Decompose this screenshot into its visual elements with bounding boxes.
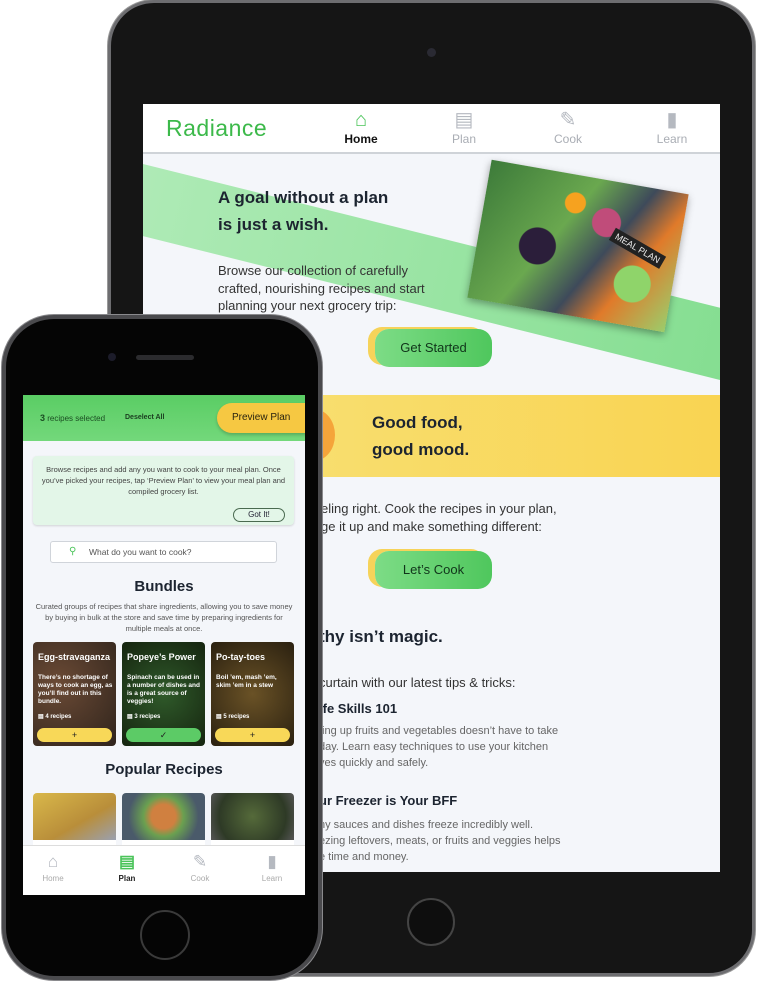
tips-heading: thy isn’t magic.	[319, 627, 443, 646]
search-placeholder: What do you want to cook?	[89, 547, 192, 557]
nav-plan[interactable]: ▤ Plan	[97, 852, 157, 883]
info-text: Browse recipes and add any you want to c…	[41, 465, 286, 496]
recipe-count: ▤ 4 recipes	[38, 714, 72, 720]
logo[interactable]: Radiance	[166, 115, 267, 142]
selected-count: 3 recipes selected	[40, 413, 106, 423]
remove-bundle-button[interactable]: ✓	[126, 728, 201, 742]
bundles-title: Bundles	[134, 578, 194, 595]
clipboard-icon: ▤	[118, 852, 136, 871]
search-icon: ⚲	[69, 546, 77, 557]
hero-heading: A goal without a plan is just a wish.	[218, 188, 389, 234]
phone-speaker	[136, 355, 194, 360]
tip-body: ting up fruits and vegetables doesn’t ha…	[319, 725, 559, 769]
book-icon: ▮	[666, 109, 678, 131]
bottom-nav: ⌂ Home ▤ Plan ✎ Cook ▮ Learn	[23, 845, 305, 895]
carrot-icon: ✎	[192, 852, 208, 871]
home-icon: ⌂	[47, 852, 59, 871]
tips-intro: curtain with our latest tips & tricks:	[319, 675, 516, 690]
tip-title[interactable]: ife Skills 101	[319, 701, 397, 716]
nav-label: Home	[344, 132, 378, 146]
bundle-card[interactable]: Egg-stravaganza There’s no shortage of wa…	[33, 642, 116, 746]
recipe-count: ▤ 5 recipes	[216, 714, 250, 720]
home-icon: ⌂	[354, 109, 368, 131]
carrot-icon: ✎	[559, 109, 577, 131]
tablet-home-button[interactable]	[407, 898, 455, 946]
tip-body: ny sauces and dishes freeze incredibly w…	[319, 819, 561, 863]
selection-bar: 3 recipes selected Deselect All Preview …	[23, 395, 305, 441]
deselect-all-button[interactable]: Deselect All	[125, 414, 164, 421]
nav-label: Plan	[451, 132, 477, 146]
preview-plan-button[interactable]: Preview Plan	[217, 403, 305, 433]
nav-home[interactable]: ⌂ Home	[23, 852, 83, 883]
nav-plan[interactable]: ▤ Plan	[424, 108, 504, 146]
phone-screen: 3 recipes selected Deselect All Preview …	[23, 395, 305, 895]
book-icon: ▮	[267, 852, 277, 871]
nav-home[interactable]: ⌂ Home	[321, 108, 401, 146]
search-input[interactable]: ⚲ What do you want to cook?	[50, 541, 277, 563]
meal-plan-tag: MEAL PLAN	[608, 227, 667, 269]
get-started-button[interactable]: Get Started	[375, 329, 492, 367]
bundles-description: Curated groups of recipes that share ing…	[35, 602, 293, 633]
nav-learn[interactable]: ▮ Learn	[242, 852, 302, 883]
got-it-button[interactable]: Got It!	[233, 508, 285, 522]
popular-recipes-title: Popular Recipes	[105, 761, 223, 778]
add-bundle-button[interactable]: +	[215, 728, 290, 742]
add-bundle-button[interactable]: +	[37, 728, 112, 742]
tip-title[interactable]: ur Freezer is Your BFF	[319, 793, 457, 808]
lets-cook-button[interactable]: Let’s Cook	[375, 551, 492, 589]
phone-camera	[108, 353, 116, 361]
nav-label: Cook	[553, 132, 582, 146]
bundle-card[interactable]: Po-tay-toes Boil ’em, mash ’em, skim ’em …	[211, 642, 294, 746]
nav-learn[interactable]: ▮ Learn	[632, 108, 712, 146]
recipe-image	[211, 793, 294, 840]
recipe-image	[122, 793, 205, 840]
nav-cook[interactable]: ✎ Cook	[528, 108, 608, 146]
tablet-header: Radiance ⌂ Home ▤ Plan ✎ Cook ▮ Learn	[143, 104, 720, 154]
recipe-card[interactable]	[122, 793, 205, 853]
recipe-card[interactable]	[211, 793, 294, 853]
nav-label: Learn	[656, 132, 688, 146]
mood-body: eling right. Cook the recipes in your pl…	[321, 501, 557, 534]
bundle-card[interactable]: Popeye’s Power Spinach can be used in a n…	[122, 642, 205, 746]
hero-body: Browse our collection of carefully crafte…	[218, 263, 425, 313]
info-banner: Browse recipes and add any you want to c…	[33, 456, 294, 525]
clipboard-icon: ▤	[454, 109, 474, 131]
mood-heading: Good food, good mood.	[372, 413, 470, 459]
nav-cook[interactable]: ✎ Cook	[170, 852, 230, 883]
recipe-card[interactable]	[33, 793, 116, 853]
phone-home-button[interactable]	[140, 910, 190, 960]
recipe-count: ▤ 3 recipes	[127, 714, 161, 720]
tablet-camera	[427, 48, 436, 57]
recipe-image	[33, 793, 116, 840]
